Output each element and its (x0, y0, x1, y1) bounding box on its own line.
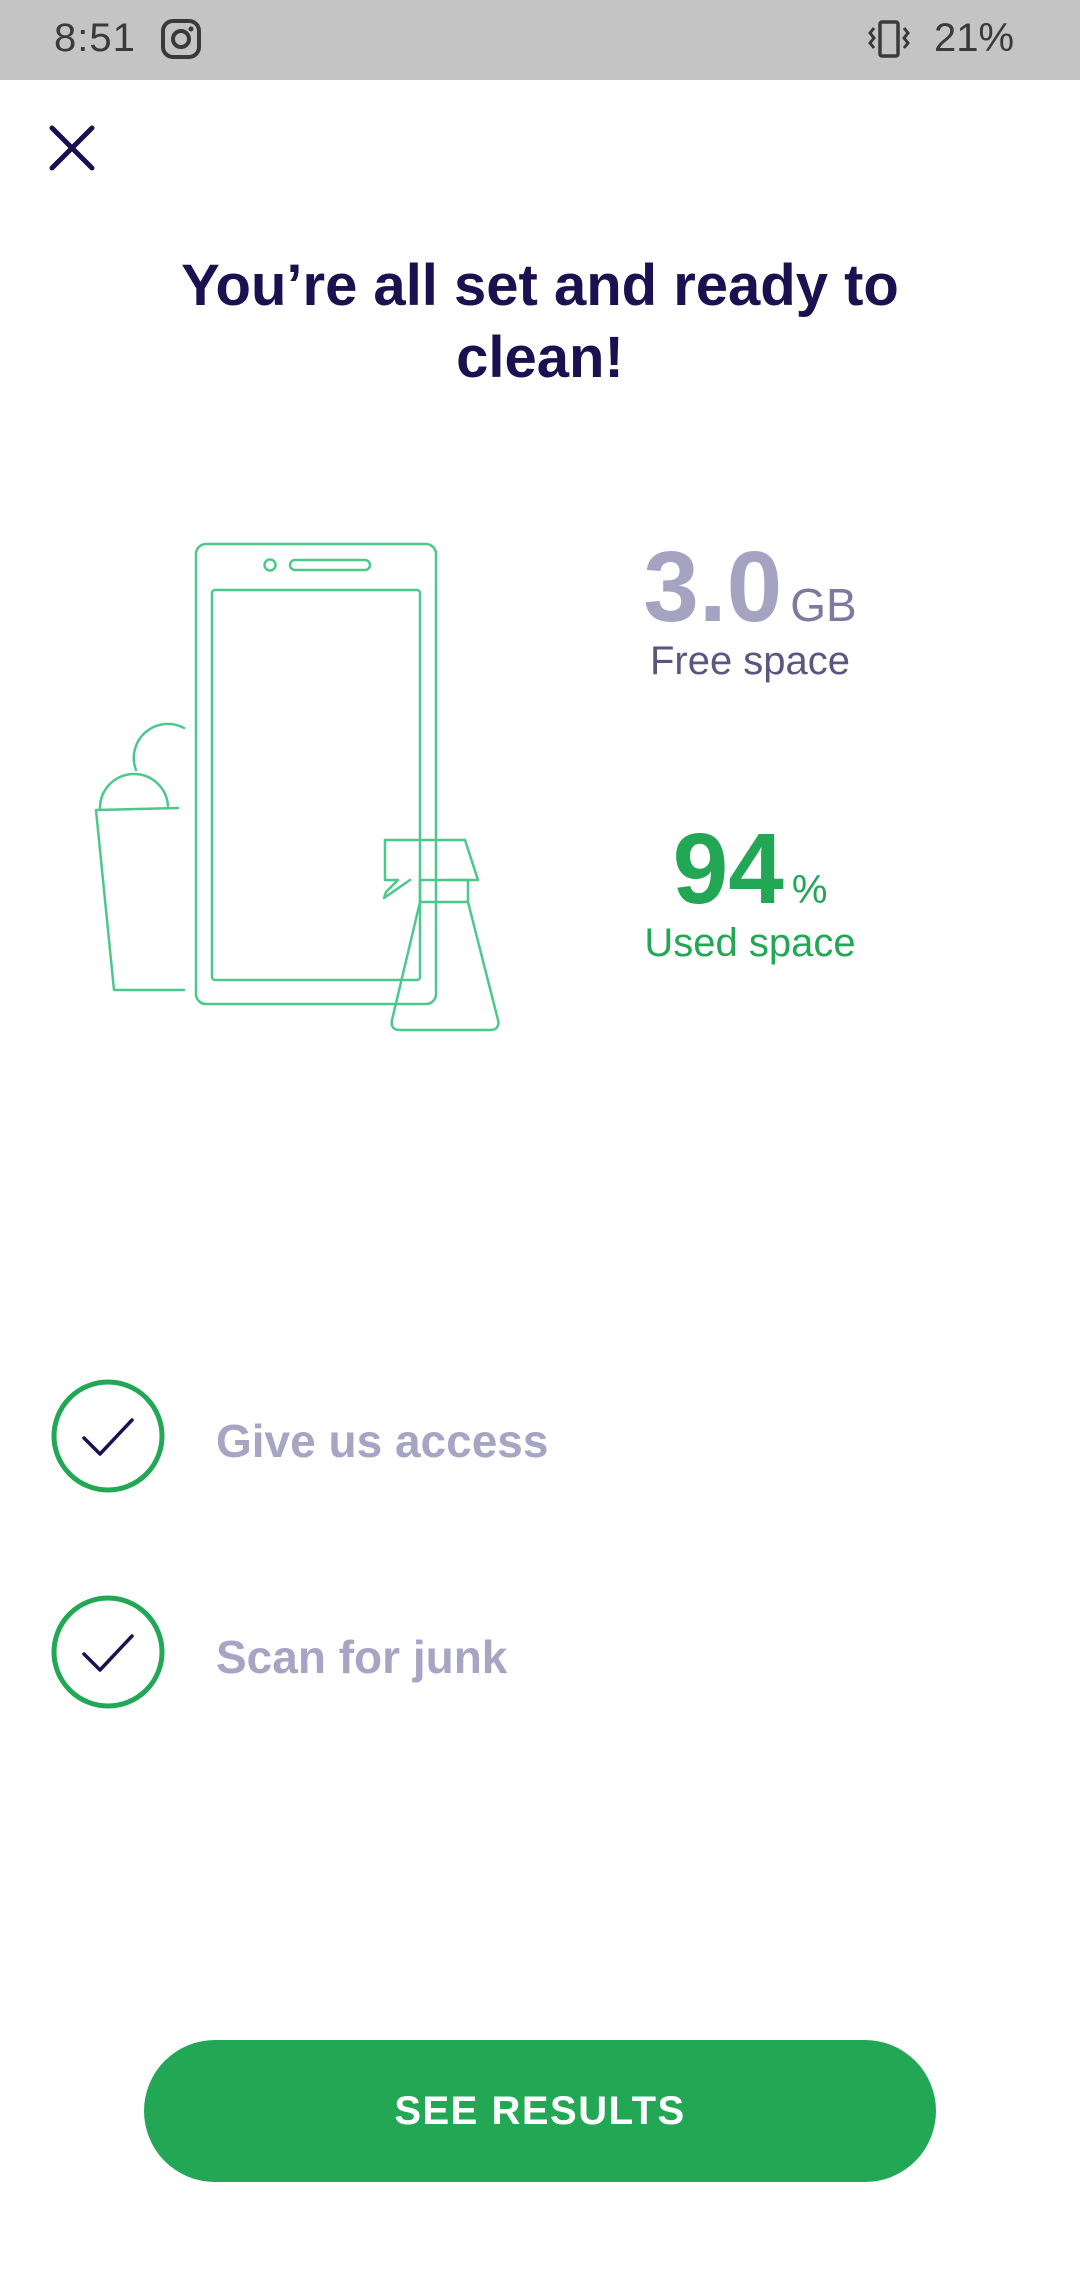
used-space-unit: % (791, 868, 828, 912)
phone-cleaning-illustration (94, 542, 500, 1032)
step-label: Give us access (216, 1415, 549, 1467)
used-space-stat: 94% Used space (600, 812, 900, 966)
check-circle-icon (51, 1595, 165, 1709)
used-space-value: 94 (672, 813, 784, 925)
see-results-label: SEE RESULTS (394, 2088, 686, 2133)
instagram-icon (161, 19, 201, 59)
free-space-unit: GB (790, 579, 857, 631)
close-button[interactable] (40, 116, 104, 180)
free-space-stat: 3.0 GB Free space (600, 530, 900, 684)
battery-percentage: 21% (934, 16, 1015, 60)
status-bar: 8:51 21% (0, 0, 1080, 80)
close-icon (49, 125, 95, 171)
check-circle-icon (51, 1379, 165, 1493)
status-time: 8:51 (54, 16, 136, 60)
step-give-access: Give us access (50, 1378, 950, 1494)
free-space-label: Free space (649, 639, 851, 683)
used-space-label: Used space (644, 921, 856, 965)
page-title: You’re all set and ready to clean! (181, 253, 899, 390)
free-space-value: 3.0 (643, 531, 783, 643)
step-scan-junk: Scan for junk (50, 1594, 950, 1710)
step-label: Scan for junk (216, 1631, 508, 1683)
see-results-button[interactable]: SEE RESULTS (144, 2040, 936, 2182)
vibrate-icon (868, 20, 910, 58)
